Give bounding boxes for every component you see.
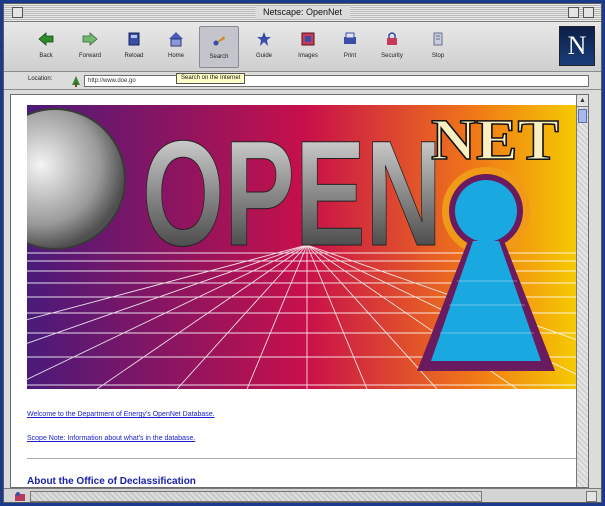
search-button[interactable]: Search — [199, 26, 239, 68]
stop-button[interactable]: Stop — [418, 26, 458, 68]
close-box[interactable] — [12, 7, 23, 18]
guide-button[interactable]: Guide — [244, 26, 284, 68]
reload-button[interactable]: Reload — [114, 26, 154, 68]
forward-button[interactable]: Forward — [70, 26, 110, 68]
scroll-thumb[interactable] — [578, 109, 587, 123]
banner-net-text: NET — [431, 107, 559, 172]
back-arrow-icon — [38, 32, 54, 46]
browser-window: Netscape: OpenNet Back Forward Reload Ho… — [3, 3, 602, 503]
forward-label: Forward — [78, 53, 101, 59]
home-button[interactable]: Home — [156, 26, 196, 68]
page-proxy-icon[interactable] — [70, 74, 82, 87]
location-label: Location: — [28, 76, 53, 82]
security-button[interactable]: Security — [372, 26, 412, 68]
reload-icon — [128, 32, 140, 46]
print-icon — [344, 32, 356, 44]
forward-arrow-icon — [82, 32, 98, 46]
page-content: OPEN NET Welcome to the Department of En… — [10, 94, 589, 488]
back-button[interactable]: Back — [26, 26, 66, 68]
title-bar[interactable]: Netscape: OpenNet — [4, 4, 601, 22]
netscape-logo[interactable]: N — [559, 26, 595, 66]
security-status-icon[interactable] — [14, 491, 26, 502]
search-icon — [213, 36, 225, 46]
images-button[interactable]: Images — [288, 26, 328, 68]
window-resize-handle[interactable] — [586, 491, 597, 502]
security-lock-icon — [387, 32, 397, 45]
horizontal-rule — [27, 458, 577, 459]
scope-note-link[interactable]: Scope Note: Information about what's in … — [27, 435, 195, 442]
window-title: Netscape: OpenNet — [254, 6, 351, 19]
horizontal-scrollbar[interactable] — [30, 491, 482, 502]
stop-label: Stop — [431, 53, 445, 59]
print-label: Print — [343, 53, 357, 59]
section-heading: About the Office of Declassification — [27, 476, 196, 487]
images-icon — [301, 32, 315, 46]
images-label: Images — [298, 53, 318, 59]
collapse-box[interactable] — [583, 7, 594, 18]
guide-icon — [257, 32, 271, 46]
reload-label: Reload — [124, 53, 144, 59]
location-url-field[interactable]: http://www.doe.go net/index — [84, 75, 589, 87]
guide-label: Guide — [255, 53, 272, 59]
banner-open-text: OPEN — [142, 109, 442, 277]
zoom-box[interactable] — [568, 7, 579, 18]
print-button[interactable]: Print — [330, 26, 370, 68]
vertical-scrollbar[interactable]: ▲ — [576, 95, 588, 487]
opennet-banner-image: OPEN NET — [27, 105, 587, 389]
stop-icon — [433, 32, 443, 46]
keyhole-graphic — [455, 180, 517, 242]
back-label: Back — [39, 53, 53, 59]
home-icon — [169, 32, 183, 47]
location-bar: Location: http://www.doe.go net/index — [4, 72, 601, 90]
navigation-toolbar: Back Forward Reload Home Search Guide Im… — [4, 22, 601, 72]
search-tooltip: Search on the Internet — [176, 73, 246, 84]
status-bar — [4, 488, 601, 502]
welcome-link[interactable]: Welcome to the Department of Energy's Op… — [27, 411, 215, 418]
home-label: Home — [167, 53, 184, 59]
search-label: Search — [209, 54, 229, 60]
scroll-up-arrow-icon[interactable]: ▲ — [577, 95, 588, 107]
security-label: Security — [381, 53, 403, 59]
